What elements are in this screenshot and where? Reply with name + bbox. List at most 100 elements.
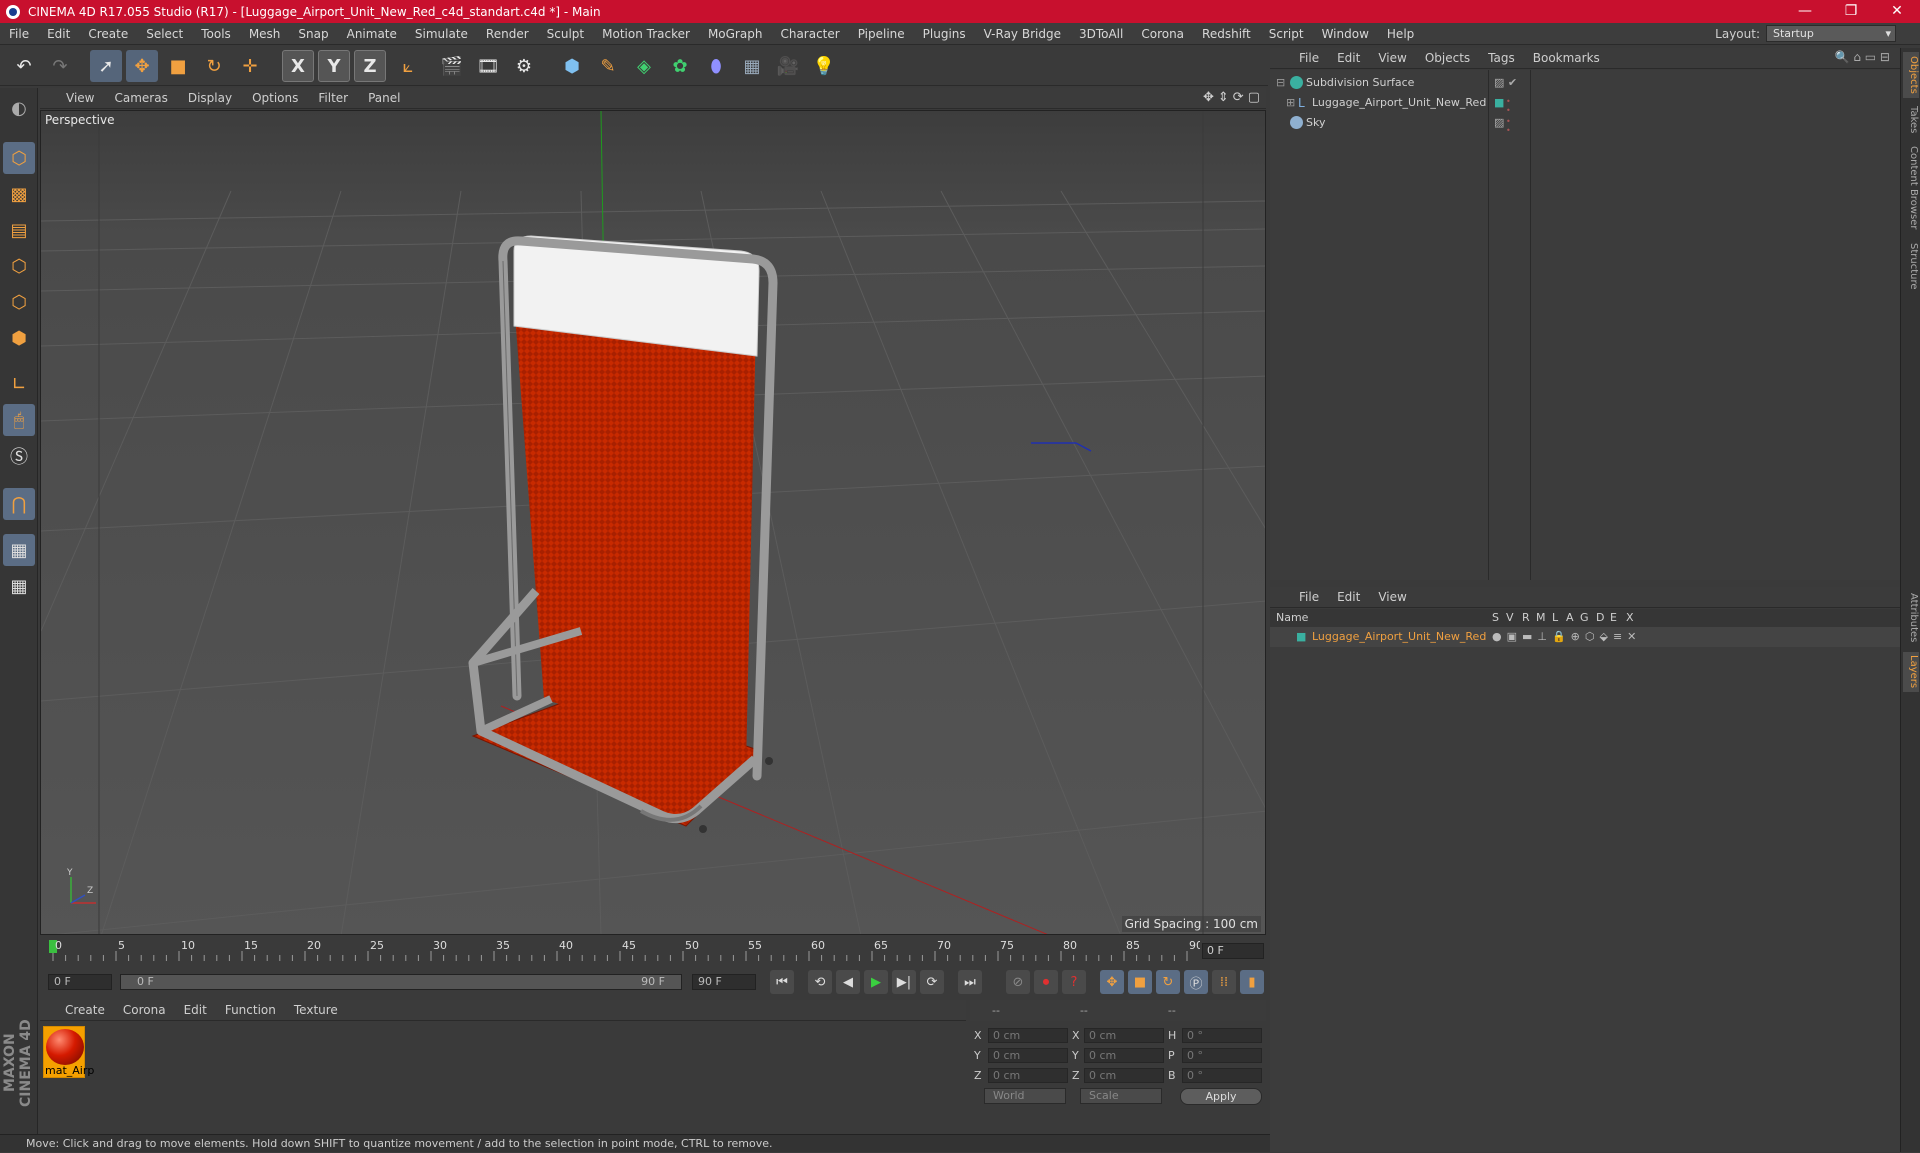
material-thumbnail[interactable]: mat_Airp [43,1026,94,1078]
maximize-view-icon[interactable]: ▢ [1248,90,1260,105]
axis-mode-icon[interactable]: ∟ [3,368,35,400]
workplane-icon[interactable]: ▤ [3,214,35,246]
viewport-menu-panel[interactable]: Panel [358,91,410,105]
z-axis-lock-button[interactable]: Z [354,50,386,82]
previous-key-button[interactable]: ⟲ [808,970,832,994]
3d-viewport[interactable]: Y Z Perspective Grid Spacing : 100 cm [40,110,1266,935]
magnet-icon[interactable]: ⋂ [3,488,35,520]
viewport-menu-options[interactable]: Options [242,91,308,105]
layer-row[interactable]: ■ Luggage_Airport_Unit_New_Red ●▣▬⊥🔒⊕⬡⬙≡… [1270,627,1900,647]
viewport-menu-cameras[interactable]: Cameras [104,91,177,105]
pan-icon[interactable]: ✥ [1203,90,1214,105]
go-to-start-button[interactable]: ⏮ [770,970,794,994]
key-pla-icon[interactable]: ⁞⁞ [1212,970,1236,994]
maximize-button[interactable]: ❐ [1828,0,1874,23]
array-icon[interactable]: ✿ [664,50,696,82]
render-picture-viewer-icon[interactable]: 🎞 [472,50,504,82]
size-y-field[interactable]: 0 cm [1084,1048,1164,1063]
menu-animate[interactable]: Animate [338,27,406,41]
objects-menu-objects[interactable]: Objects [1416,51,1479,65]
menu-render[interactable]: Render [477,27,538,41]
menu-redshift[interactable]: Redshift [1193,27,1260,41]
size-x-field[interactable]: 0 cm [1084,1028,1164,1043]
collapse-icon[interactable]: ⊟ [1276,76,1285,89]
object-row[interactable]: Sky ▨ • • [1270,113,1900,135]
frame-range-slider[interactable]: 0 F 90 F [120,974,682,990]
menu-edit[interactable]: Edit [38,27,79,41]
object-row[interactable]: ⊞ L Luggage_Airport_Unit_New_Red ■ • • [1270,93,1900,115]
object-row[interactable]: ⊟ Subdivision Surface ▨ ✔ [1270,73,1900,93]
y-axis-lock-button[interactable]: Y [318,50,350,82]
menu-tools[interactable]: Tools [192,27,240,41]
layer-color-swatch[interactable]: ■ [1296,630,1306,643]
material-menu-texture[interactable]: Texture [285,1003,347,1017]
rot-h-field[interactable]: 0 ° [1182,1028,1262,1043]
menu-select[interactable]: Select [137,27,192,41]
step-forward-button[interactable]: ▶| [892,970,916,994]
minimize-button[interactable]: — [1782,0,1828,23]
transform-tool-icon[interactable]: ✛ [234,50,266,82]
size-mode-dropdown[interactable]: Scale [1080,1088,1162,1104]
layers-menu-edit[interactable]: Edit [1328,590,1369,604]
camera-icon[interactable]: 🎥 [772,50,804,82]
menu-help[interactable]: Help [1378,27,1423,41]
objects-menu-tags[interactable]: Tags [1479,51,1524,65]
menu-file[interactable]: File [0,27,38,41]
pos-x-field[interactable]: 0 cm [988,1028,1068,1043]
tab-content-browser[interactable]: Content Browser [1903,142,1919,234]
coordinate-space-dropdown[interactable]: World [984,1088,1066,1104]
floor-icon[interactable]: ▦ [736,50,768,82]
x-axis-lock-button[interactable]: X [282,50,314,82]
menu-corona[interactable]: Corona [1132,27,1193,41]
lock-workplane-icon[interactable]: ▦ [3,534,35,566]
next-key-button[interactable]: ⟳ [920,970,944,994]
autokey-icon[interactable]: ? [1062,970,1086,994]
material-menu-create[interactable]: Create [56,1003,114,1017]
layers-menu-view[interactable]: View [1369,590,1415,604]
undo-icon[interactable]: ↶ [8,50,40,82]
material-menu-corona[interactable]: Corona [114,1003,175,1017]
close-button[interactable]: ✕ [1874,0,1920,23]
rot-b-field[interactable]: 0 ° [1182,1068,1262,1083]
tab-structure[interactable]: Structure [1903,240,1919,292]
material-menu-edit[interactable]: Edit [175,1003,216,1017]
objects-menu-bookmarks[interactable]: Bookmarks [1524,51,1609,65]
orbit-icon[interactable]: ⟳ [1233,90,1244,105]
menu-pipeline[interactable]: Pipeline [849,27,914,41]
rotate-tool-icon[interactable]: ↻ [198,50,230,82]
menu-sculpt[interactable]: Sculpt [538,27,593,41]
objects-toolbar-icons[interactable]: 🔍 ⌂ ▭ ⊟ [1835,50,1890,64]
menu-character[interactable]: Character [771,27,848,41]
objects-menu-file[interactable]: File [1290,51,1328,65]
apply-button[interactable]: Apply [1180,1088,1262,1105]
menu-3dtoall[interactable]: 3DToAll [1070,27,1132,41]
zoom-icon[interactable]: ⇕ [1218,90,1229,105]
tweak-mode-icon[interactable]: 🖱 [3,404,35,436]
object-visibility-toggle[interactable]: ▨ ✔ [1494,76,1517,89]
edges-mode-icon[interactable]: ⬡ [3,286,35,318]
menu-mograph[interactable]: MoGraph [699,27,772,41]
snap-icon[interactable]: Ⓢ [3,440,35,472]
coordinate-system-icon[interactable]: ⟀ [392,50,424,82]
viewport-menu-filter[interactable]: Filter [308,91,358,105]
texture-mode-icon[interactable]: ▩ [3,178,35,210]
menu-mesh[interactable]: Mesh [240,27,290,41]
end-frame-field[interactable]: 90 F [692,974,756,990]
object-layer-tag[interactable]: ■ [1494,96,1504,109]
viewport-camera-label[interactable]: Perspective [45,113,115,127]
timeline-window-icon[interactable]: ▮ [1240,970,1264,994]
timeline-ruler[interactable]: 0 5 10 15 20 25 30 35 40 45 50 55 60 65 70 75 80 85 90 0 F [40,937,1266,965]
subdivision-surface-icon[interactable]: ◈ [628,50,660,82]
key-parameter-icon[interactable]: Ⓟ [1184,970,1208,994]
expand-icon[interactable]: ⊞ [1286,96,1295,109]
menu-script[interactable]: Script [1260,27,1313,41]
menu-snap[interactable]: Snap [289,27,337,41]
rot-p-field[interactable]: 0 ° [1182,1048,1262,1063]
planar-workplane-icon[interactable]: ▦ [3,570,35,602]
points-mode-icon[interactable]: ⬡ [3,250,35,282]
deformer-icon[interactable]: ⬮ [700,50,732,82]
objects-menu-edit[interactable]: Edit [1328,51,1369,65]
tab-layers[interactable]: Layers [1903,652,1919,692]
light-icon[interactable]: 💡 [808,50,840,82]
layers-menu-file[interactable]: File [1290,590,1328,604]
